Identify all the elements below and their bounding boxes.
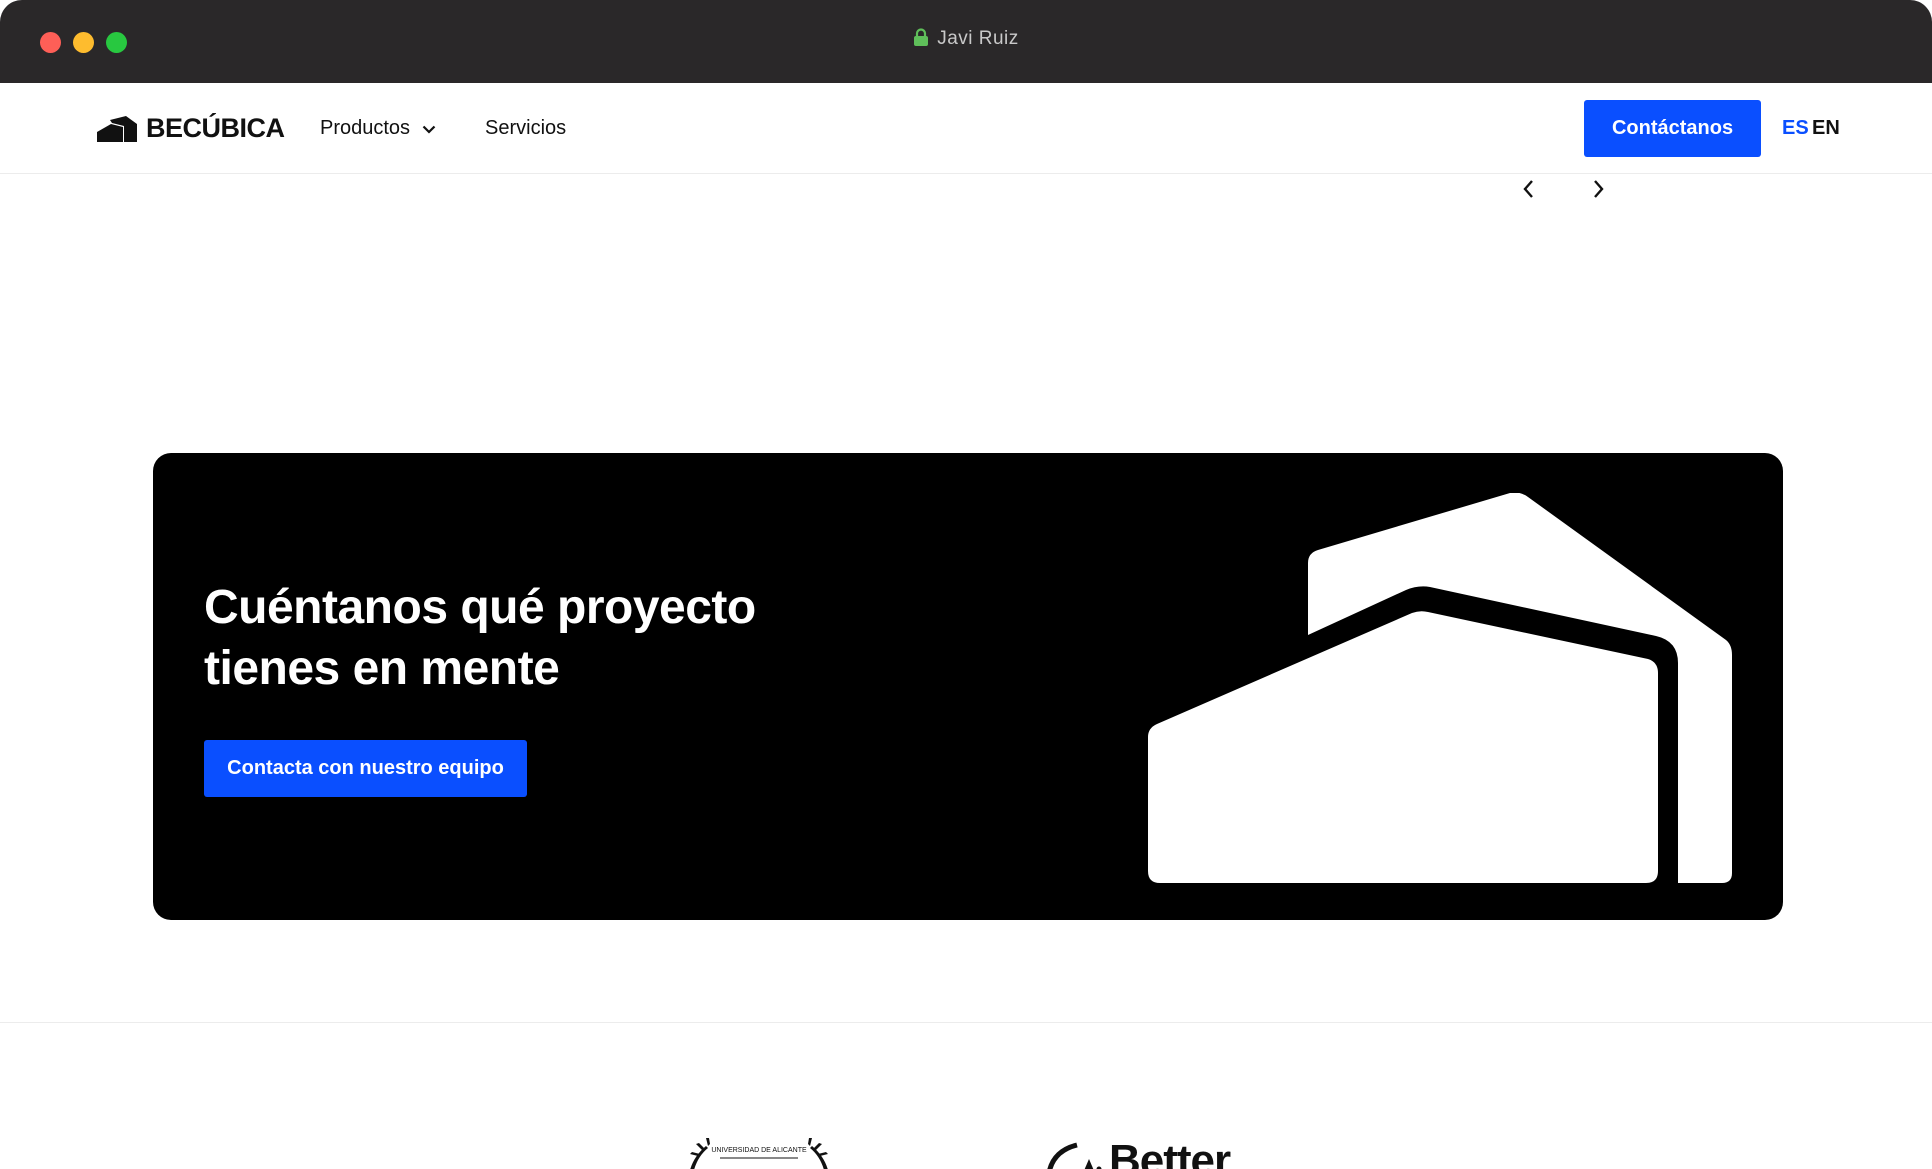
contact-banner: Cuéntanos qué proyecto tienes en mente C…	[153, 453, 1783, 920]
language-es-link[interactable]: ES	[1782, 117, 1809, 140]
window-titlebar: Javi Ruiz	[0, 0, 1932, 83]
chevron-right-icon	[1594, 180, 1604, 198]
banner-title-line-2: tienes en mente	[204, 642, 560, 695]
laurel-caption: UNIVERSIDAD DE ALICANTE	[711, 1147, 807, 1154]
window-title-text: Javi Ruiz	[937, 28, 1019, 49]
language-en-link[interactable]: EN	[1812, 117, 1840, 140]
contact-button[interactable]: Contáctanos	[1584, 100, 1761, 157]
logo-text: BECÚBICA	[146, 113, 285, 143]
nav-products-label: Productos	[320, 117, 411, 139]
window-title: Javi Ruiz	[0, 28, 1932, 53]
chevron-left-icon	[1523, 180, 1533, 198]
site-header: BECÚBICA Productos Servicios Contáctanos…	[0, 83, 1932, 174]
nav-services-label: Servicios	[485, 117, 567, 139]
banner-title: Cuéntanos qué proyecto tienes en mente	[204, 577, 924, 699]
section-divider	[0, 1022, 1932, 1023]
logo-house-icon	[97, 115, 137, 142]
universidad-alicante-logo: UNIVERSIDAD DE ALICANTE	[684, 1132, 834, 1169]
chevron-down-icon	[422, 117, 436, 140]
contact-team-button[interactable]: Contacta con nuestro equipo	[204, 740, 527, 797]
nav-services-link[interactable]: Servicios	[485, 117, 566, 140]
carousel-next-button[interactable]	[1584, 174, 1614, 204]
carousel-prev-button[interactable]	[1513, 174, 1543, 204]
nav-products-dropdown[interactable]: Productos	[320, 117, 436, 140]
house-illustration-icon	[1148, 493, 1732, 883]
banner-title-line-1: Cuéntanos qué proyecto	[204, 581, 756, 634]
lock-icon	[913, 28, 929, 53]
site-logo[interactable]: BECÚBICA	[96, 113, 285, 144]
better-mark-icon	[1047, 1142, 1102, 1169]
web-page: BECÚBICA Productos Servicios Contáctanos…	[0, 83, 1932, 1169]
better-text: Better	[1109, 1136, 1231, 1169]
better-logo: Better	[1043, 1133, 1231, 1169]
